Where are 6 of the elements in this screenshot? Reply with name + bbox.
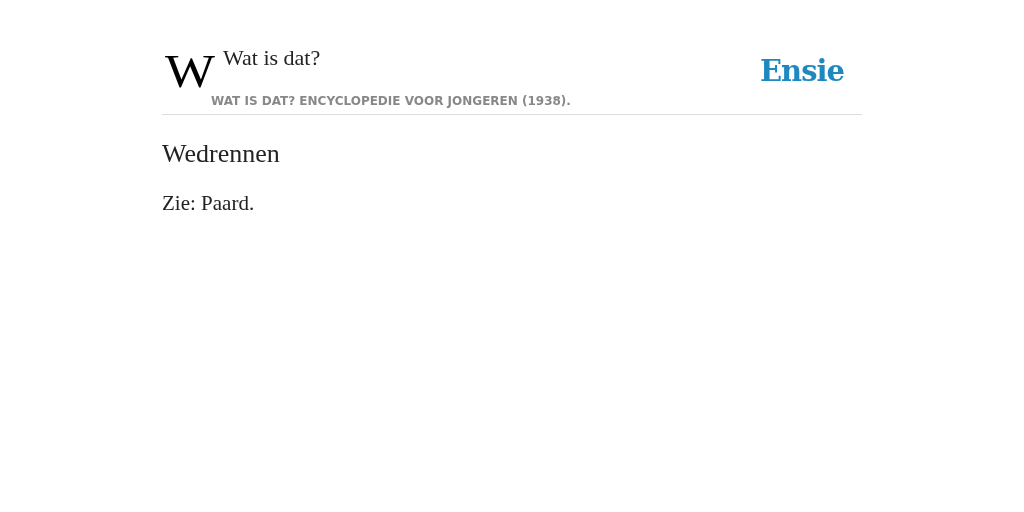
article-text: Zie: Paard. [162,191,256,216]
source-subtitle: WAT IS DAT? ENCYCLOPEDIE VOOR JONGEREN (1938). [211,94,571,108]
logo-icon: W [165,52,218,92]
article-title: Wedrennen [162,139,281,169]
source-title: Wat is dat? [223,44,321,72]
brand-link[interactable]: Ensie [760,54,844,88]
